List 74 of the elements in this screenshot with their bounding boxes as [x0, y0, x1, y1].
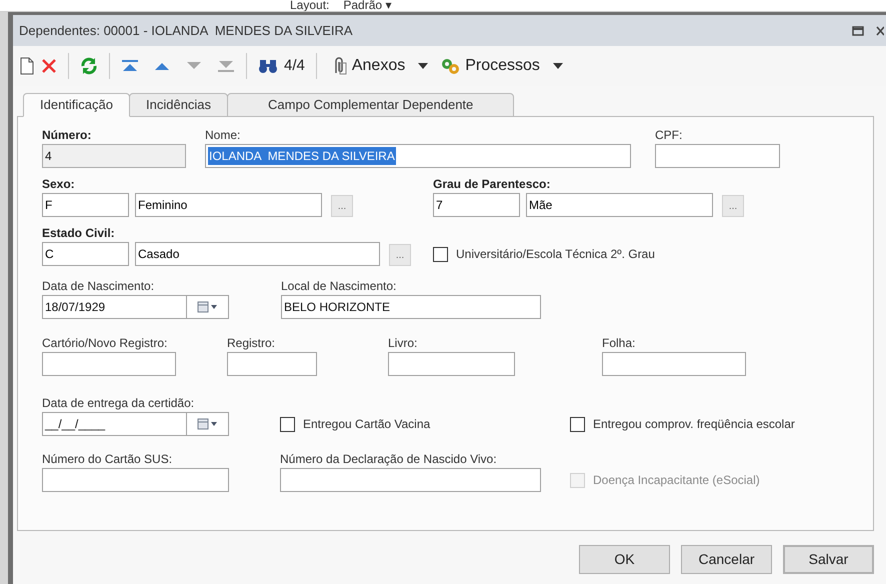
- field-label: Número do Cartão SUS:: [42, 451, 172, 468]
- field-label: Número da Declaração de Nascido Vivo:: [280, 451, 497, 468]
- binoculars-icon[interactable]: [258, 58, 278, 74]
- previous-record-icon[interactable]: [153, 61, 171, 71]
- text-field[interactable]: BELO HORIZONTE: [281, 295, 541, 319]
- lookup-button[interactable]: ...: [331, 195, 353, 217]
- code-field[interactable]: 7: [433, 193, 520, 217]
- field-label: Cartório/Novo Registro:: [42, 335, 168, 352]
- lookup-button[interactable]: ...: [389, 244, 411, 266]
- first-record-icon[interactable]: [121, 59, 139, 73]
- checkbox-label: Entregou Cartão Vacina: [303, 416, 430, 433]
- dialog-button[interactable]: Salvar: [783, 545, 874, 574]
- text-field[interactable]: IOLANDA MENDES DA SILVEIRA: [205, 144, 631, 168]
- field-value: 4: [45, 148, 52, 165]
- layout-dropdown[interactable]: Padrão ▾: [343, 0, 392, 11]
- field-label: Nome:: [205, 127, 240, 144]
- delete-icon[interactable]: [41, 58, 57, 74]
- field-label: Folha:: [602, 335, 636, 352]
- field-label: Local de Nascimento:: [281, 278, 396, 295]
- text-field[interactable]: [42, 352, 176, 376]
- text-field[interactable]: [602, 352, 746, 376]
- description-field[interactable]: Casado: [135, 242, 380, 266]
- text-field[interactable]: [227, 352, 317, 376]
- dialog-button[interactable]: Cancelar: [681, 545, 772, 574]
- field-value: 18/07/1929: [44, 299, 106, 316]
- gears-icon: [440, 57, 460, 75]
- code-field[interactable]: C: [42, 242, 129, 266]
- field-label: Grau de Parentesco:: [433, 176, 550, 193]
- toolbar-menu-button[interactable]: Anexos: [328, 54, 432, 78]
- description-field[interactable]: Mãe: [526, 193, 713, 217]
- toolbar-menu-button[interactable]: Processos: [437, 54, 566, 78]
- field-label: Data de entrega da certidão:: [42, 395, 194, 412]
- new-document-icon[interactable]: [19, 57, 35, 75]
- field-label: Livro:: [388, 335, 418, 352]
- text-field[interactable]: [655, 144, 780, 168]
- text-field[interactable]: [388, 352, 515, 376]
- caret-icon: [418, 63, 428, 69]
- date-field[interactable]: __/__/____: [42, 412, 229, 436]
- close-icon[interactable]: [876, 26, 884, 36]
- field-label: CPF:: [655, 127, 682, 144]
- lookup-button[interactable]: ...: [722, 195, 744, 217]
- tab[interactable]: Incidências: [129, 93, 228, 117]
- calendar-dropdown-icon: [196, 301, 218, 313]
- text-field[interactable]: 4: [42, 144, 186, 168]
- checkbox-label: Entregou comprov. freqüência escolar: [593, 416, 795, 433]
- calendar-dropdown-icon: [196, 418, 218, 430]
- field-value: BELO HORIZONTE: [284, 299, 390, 316]
- description-field[interactable]: Feminino: [135, 193, 322, 217]
- text-field[interactable]: [42, 468, 229, 492]
- checkbox-label: Doença Incapacitante (eSocial): [593, 472, 760, 489]
- field-value: IOLANDA MENDES DA SILVEIRA: [208, 147, 396, 165]
- restore-icon[interactable]: [852, 26, 864, 36]
- window-title: Dependentes: 00001 - IOLANDA MENDES DA SILVEIRA: [19, 22, 354, 40]
- tab[interactable]: Identificação: [23, 93, 130, 117]
- text-field[interactable]: [280, 468, 541, 492]
- caret-icon: [552, 63, 563, 69]
- field-value: __/__/____: [44, 416, 106, 433]
- checkbox[interactable]: [570, 416, 585, 432]
- refresh-icon[interactable]: [80, 57, 98, 75]
- checkbox[interactable]: [433, 246, 448, 262]
- field-label: Sexo:: [42, 176, 75, 193]
- record-position: 4/4: [284, 56, 305, 76]
- tab[interactable]: Campo Complementar Dependente: [227, 93, 514, 117]
- field-label: Número:: [42, 127, 92, 144]
- date-field[interactable]: 18/07/1929: [42, 295, 229, 319]
- last-record-icon[interactable]: [217, 59, 235, 73]
- code-field[interactable]: F: [42, 193, 129, 217]
- checkbox-label: Universitário/Escola Técnica 2º. Grau: [456, 246, 655, 263]
- field-label: Estado Civil:: [42, 225, 115, 242]
- field-label: Data de Nascimento:: [42, 278, 154, 295]
- checkbox[interactable]: [280, 416, 295, 432]
- field-label: Registro:: [227, 335, 276, 352]
- dialog-button[interactable]: OK: [579, 545, 670, 574]
- next-record-icon[interactable]: [185, 61, 203, 71]
